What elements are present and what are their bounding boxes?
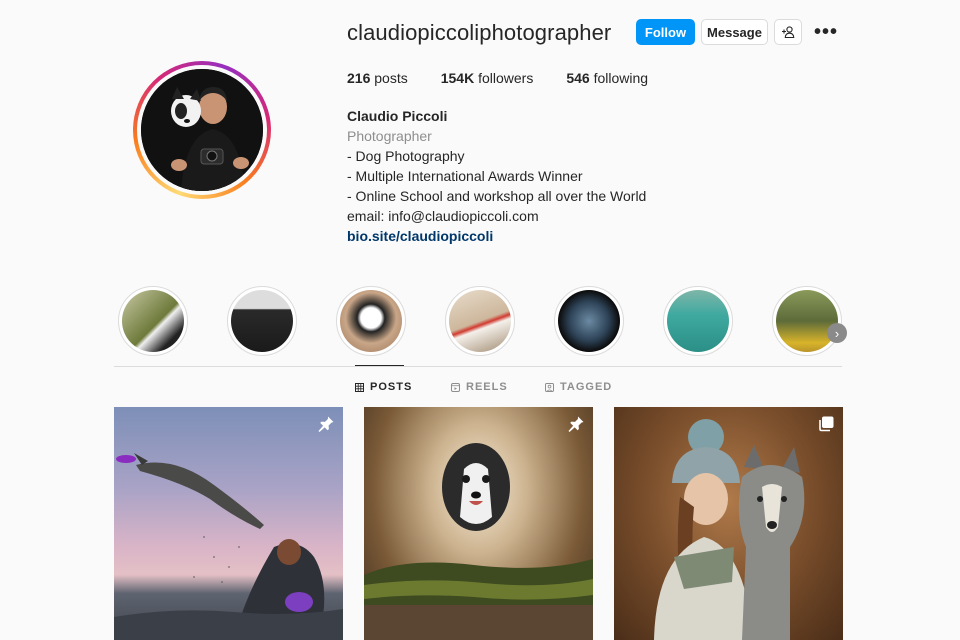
message-button[interactable]: Message [701, 19, 768, 45]
tab-label: TAGGED [560, 381, 613, 393]
highlight-5[interactable] [554, 286, 624, 356]
posts-count: 216 [347, 70, 371, 86]
tab-posts[interactable]: POSTS [355, 381, 412, 393]
bio-link[interactable]: bio.site/claudiopiccoli [347, 226, 646, 246]
post-thumbnail[interactable] [614, 407, 843, 640]
reels-icon [451, 382, 460, 392]
post-image-dog-float [364, 443, 593, 640]
more-options-button[interactable]: ••• [812, 19, 840, 45]
bio-line: - Online School and workshop all over th… [347, 188, 647, 204]
highlight-2[interactable] [227, 286, 297, 356]
post-image-dog-jump [114, 453, 343, 640]
tab-label: REELS [466, 381, 508, 393]
carousel-icon [819, 416, 834, 432]
profile-avatar-ring[interactable] [133, 61, 271, 199]
highlight-thumbnail [667, 290, 729, 352]
highlights-next-button[interactable]: › [827, 323, 847, 343]
active-tab-indicator [355, 365, 404, 366]
posts-stat: 216 posts [347, 70, 408, 86]
highlight-thumbnail [449, 290, 511, 352]
highlight-thumbnail [122, 290, 184, 352]
post-thumbnail[interactable] [114, 407, 343, 640]
pin-icon [568, 416, 584, 432]
following-label: following [593, 70, 649, 86]
add-person-icon [782, 26, 795, 39]
tagged-icon [545, 382, 554, 392]
profile-name: Claudio Piccoli [347, 108, 448, 124]
profile-stats: 216 posts 154K followers 546 following [347, 70, 681, 86]
grid-icon [355, 382, 364, 392]
tab-reels[interactable]: REELS [451, 381, 508, 393]
following-count: 546 [566, 70, 590, 86]
highlight-thumbnail [340, 290, 402, 352]
avatar-photo [141, 69, 263, 191]
tab-label: POSTS [370, 381, 413, 393]
highlight-thumbnail [776, 290, 838, 352]
bio-email: email: info@claudiopiccoli.com [347, 208, 539, 224]
bio-line: - Multiple International Awards Winner [347, 168, 583, 184]
highlight-7[interactable] [772, 286, 842, 356]
bio-line: - Dog Photography [347, 148, 465, 164]
followers-label: followers [478, 70, 534, 86]
avatar [141, 69, 263, 191]
post-image-girl-wolfdog [654, 419, 805, 640]
highlight-1[interactable] [118, 286, 188, 356]
highlight-thumbnail [231, 290, 293, 352]
profile-bio: Claudio Piccoli Photographer - Dog Photo… [347, 106, 646, 246]
highlight-6[interactable] [663, 286, 733, 356]
suggested-users-button[interactable] [774, 19, 802, 45]
followers-stat[interactable]: 154K followers [441, 70, 534, 86]
pin-icon [318, 416, 334, 432]
avatar-gap [137, 65, 267, 195]
profile-username: claudiopiccoliphotographer [347, 20, 612, 45]
posts-label: posts [374, 70, 408, 86]
highlight-3[interactable] [336, 286, 406, 356]
post-thumbnail[interactable] [364, 407, 593, 640]
following-stat[interactable]: 546 following [566, 70, 648, 86]
highlight-thumbnail [558, 290, 620, 352]
tabs-divider [114, 366, 842, 367]
followers-count: 154K [440, 70, 475, 86]
follow-button[interactable]: Follow [636, 19, 695, 45]
highlight-4[interactable] [445, 286, 515, 356]
chevron-right-icon: › [834, 325, 840, 341]
tab-tagged[interactable]: TAGGED [545, 381, 612, 393]
profile-category: Photographer [347, 128, 432, 144]
more-icon: ••• [813, 20, 838, 43]
